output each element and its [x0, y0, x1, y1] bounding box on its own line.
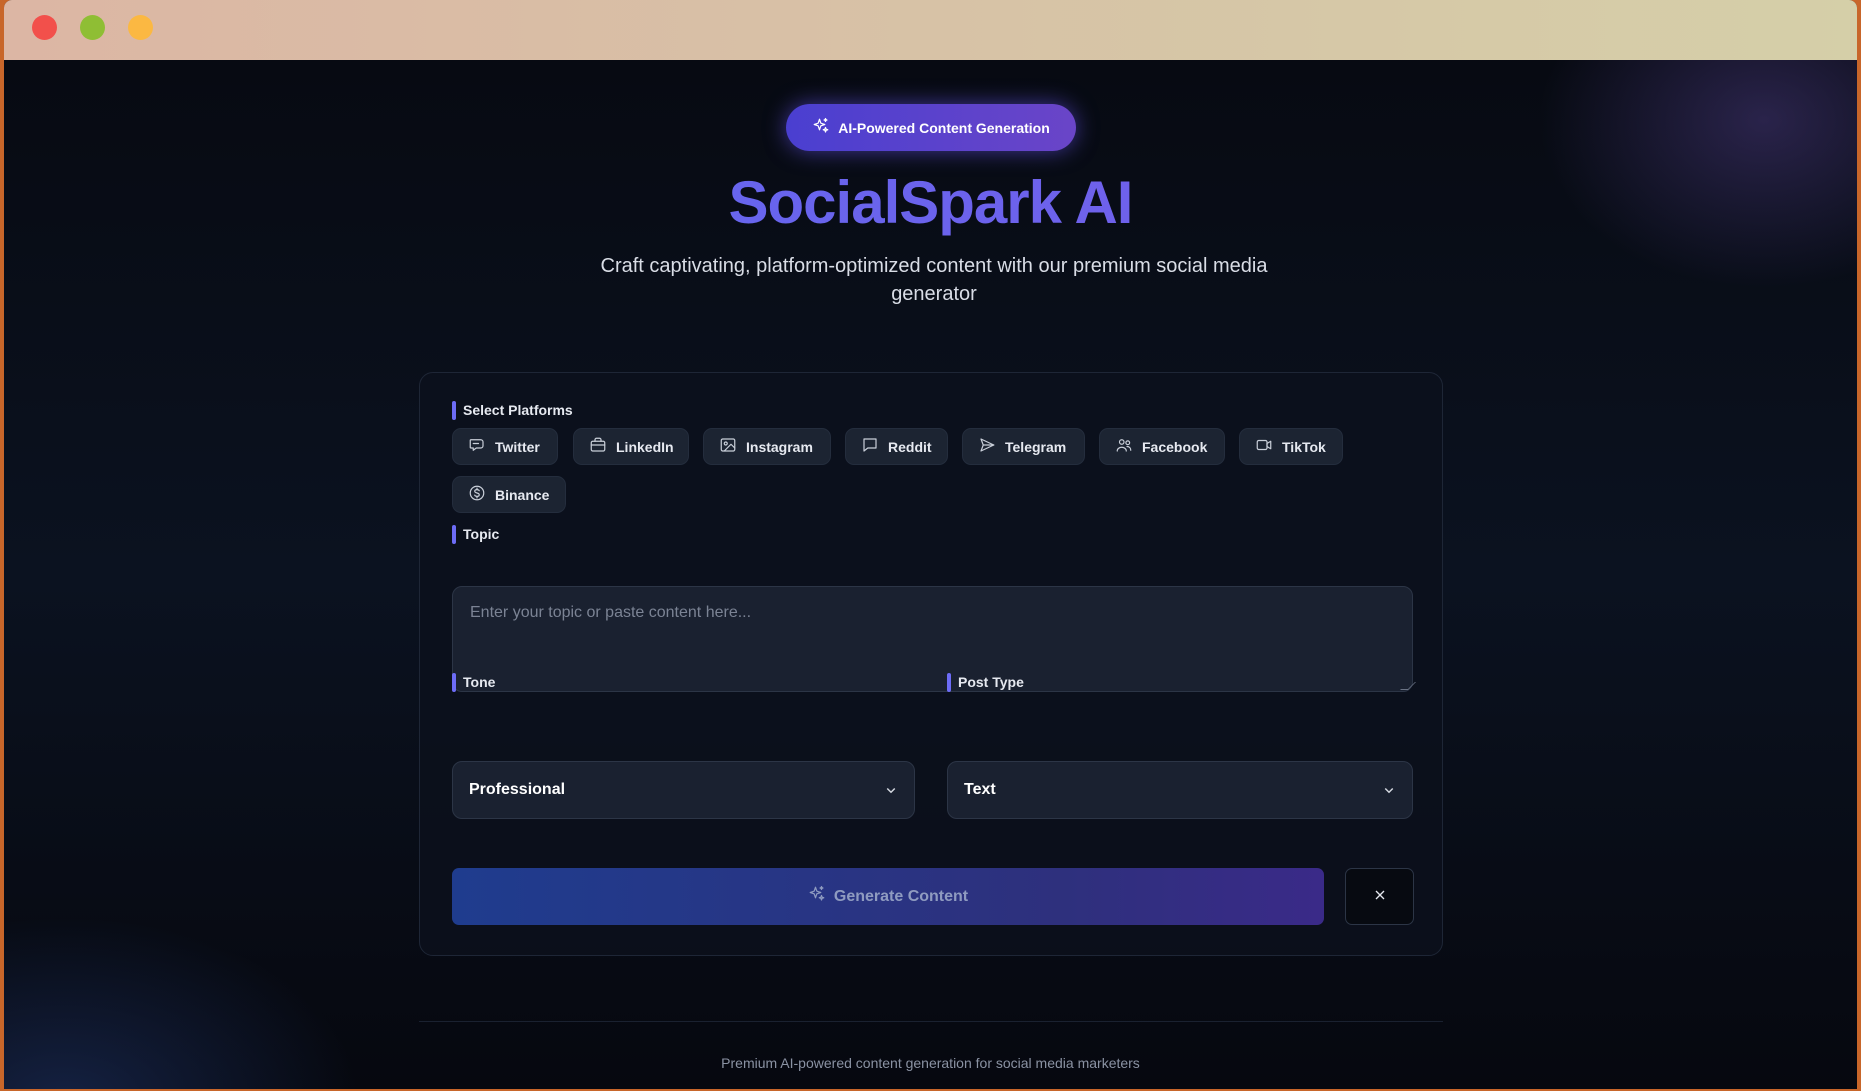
window-titlebar: [4, 0, 1857, 60]
generator-form: Select Platforms Twitter LinkedIn Instag…: [419, 372, 1443, 956]
ai-badge-label: AI-Powered Content Generation: [838, 119, 1050, 136]
tone-value: Professional: [469, 781, 566, 798]
chevron-down-icon: [882, 781, 900, 799]
app-window: AI-Powered Content Generation SocialSpar…: [4, 0, 1857, 1089]
ai-badge: AI-Powered Content Generation: [786, 104, 1076, 151]
image-icon: [719, 436, 737, 457]
maximize-window-button[interactable]: [80, 15, 105, 40]
users-icon: [1115, 436, 1133, 457]
sparkles-icon: [812, 117, 830, 138]
post-type-value: Text: [964, 781, 996, 798]
page-title: SocialSpark AI: [4, 168, 1857, 237]
footer-divider: [419, 1021, 1443, 1022]
platform-chip-label: TikTok: [1282, 438, 1326, 455]
generate-content-label: Generate Content: [833, 887, 969, 905]
message-square-icon: [861, 436, 879, 457]
briefcase-icon: [589, 436, 607, 457]
tone-select[interactable]: Professional: [452, 761, 915, 819]
platforms-label: Select Platforms: [452, 401, 573, 420]
platform-chip-label: LinkedIn: [616, 438, 674, 455]
page-content: AI-Powered Content Generation SocialSpar…: [4, 60, 1857, 1089]
platform-chip-label: Twitter: [495, 438, 540, 455]
tone-label: Tone: [452, 673, 495, 692]
platform-chip-label: Binance: [495, 486, 550, 503]
close-window-button[interactable]: [32, 15, 57, 40]
post-type-label: Post Type: [947, 673, 1024, 692]
platform-chip-linkedin[interactable]: LinkedIn: [573, 428, 689, 465]
topic-label: Topic: [452, 525, 499, 544]
minimize-window-button[interactable]: [128, 15, 153, 40]
page-subtitle: Craft captivating, platform-optimized co…: [600, 255, 1268, 305]
topic-input[interactable]: [452, 586, 1413, 692]
chevron-down-icon: [1380, 781, 1398, 799]
dollar-circle-icon: [468, 484, 486, 505]
platform-chip-binance[interactable]: Binance: [452, 476, 566, 513]
close-icon: [1372, 887, 1388, 906]
platform-chip-label: Reddit: [888, 438, 932, 455]
platform-chip-label: Instagram: [746, 438, 813, 455]
platform-chip-instagram[interactable]: Instagram: [703, 428, 831, 465]
chat-bubble-icon: [468, 436, 486, 457]
footer-text: Premium AI-powered content generation fo…: [721, 1055, 1140, 1071]
platform-chip-twitter[interactable]: Twitter: [452, 428, 558, 465]
post-type-select[interactable]: Text: [947, 761, 1413, 819]
platform-chip-label: Facebook: [1142, 438, 1208, 455]
platform-chip-facebook[interactable]: Facebook: [1099, 428, 1225, 465]
clear-button[interactable]: [1345, 868, 1414, 925]
platform-chip-reddit[interactable]: Reddit: [845, 428, 948, 465]
generate-content-button[interactable]: Generate Content: [452, 868, 1324, 925]
send-icon: [978, 436, 996, 457]
platform-chip-label: Telegram: [1005, 438, 1067, 455]
sparkles-icon: [808, 885, 826, 908]
video-icon: [1255, 436, 1273, 457]
platform-chip-tiktok[interactable]: TikTok: [1239, 428, 1343, 465]
platform-chip-telegram[interactable]: Telegram: [962, 428, 1085, 465]
